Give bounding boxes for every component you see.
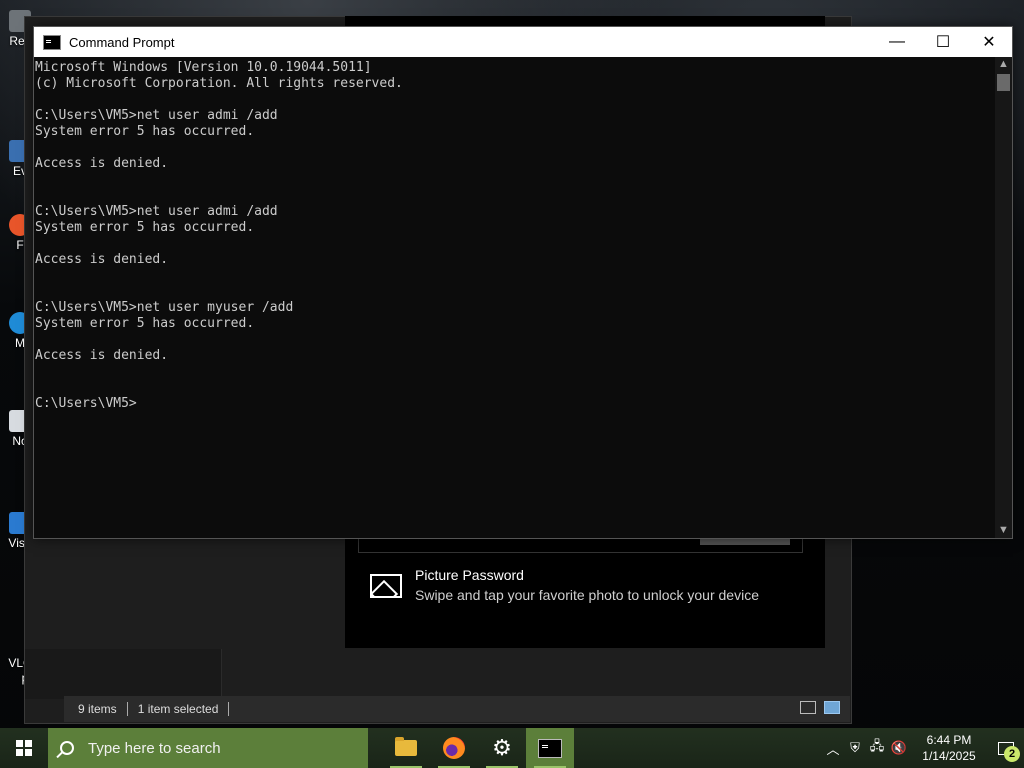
network-icon[interactable]: 🖧	[866, 728, 888, 768]
console-line: Access is denied.	[35, 252, 169, 267]
console-line: C:\Users\VM5>net user myuser /add	[35, 300, 294, 315]
details-view-icon[interactable]	[800, 701, 816, 714]
minimize-button[interactable]: —	[874, 27, 920, 57]
start-button[interactable]	[0, 728, 48, 768]
console-line: System error 5 has occurred.	[35, 316, 255, 331]
selection-count: 1 item selected	[128, 702, 230, 716]
taskbar-settings[interactable]: ⚙	[478, 728, 526, 768]
cmd-icon	[538, 738, 562, 758]
clock-time: 6:44 PM	[926, 733, 972, 747]
console-line: System error 5 has occurred.	[35, 220, 255, 235]
maximize-button[interactable]: ☐	[920, 27, 966, 57]
picture-password-description: Swipe and tap your favorite photo to unl…	[415, 587, 759, 603]
console-line: C:\Users\VM5>net user admi /add	[35, 108, 278, 123]
action-center-button[interactable]: 2	[988, 728, 1024, 768]
scroll-thumb[interactable]	[997, 74, 1010, 91]
console-output[interactable]: Microsoft Windows [Version 10.0.19044.50…	[34, 57, 995, 538]
console-line: Access is denied.	[35, 348, 169, 363]
console-line: (c) Microsoft Corporation. All rights re…	[35, 76, 403, 91]
search-icon	[60, 741, 74, 755]
command-prompt-window[interactable]: Command Prompt — ☐ ✕ Microsoft Windows […	[33, 26, 1013, 539]
close-button[interactable]: ✕	[966, 27, 1012, 57]
console-line: C:\Users\VM5>net user admi /add	[35, 204, 278, 219]
security-alert-icon[interactable]: ⛨	[844, 728, 866, 768]
picture-password-option[interactable]: Picture Password Swipe and tap your favo…	[370, 567, 759, 603]
taskbar-search-box[interactable]: Type here to search	[48, 728, 368, 768]
taskbar: Type here to search ⚙ ︿ ⛨ 🖧 🔇 6:44 PM 1/…	[0, 728, 1024, 768]
console-line: Microsoft Windows [Version 10.0.19044.50…	[35, 60, 372, 75]
clock-date: 1/14/2025	[922, 749, 976, 763]
search-placeholder: Type here to search	[88, 739, 221, 757]
volume-muted-icon[interactable]: 🔇	[888, 728, 910, 768]
picture-password-title: Picture Password	[415, 567, 524, 583]
scroll-up-arrow-icon[interactable]: ▲	[995, 57, 1012, 72]
scroll-down-arrow-icon[interactable]: ▼	[995, 523, 1012, 538]
cmd-app-icon[interactable]	[43, 34, 61, 50]
large-icons-view-icon[interactable]	[824, 701, 840, 714]
windows-logo-icon	[16, 740, 32, 756]
taskbar-command-prompt[interactable]	[526, 728, 574, 768]
console-line: Access is denied.	[35, 156, 169, 171]
taskbar-file-explorer[interactable]	[382, 728, 430, 768]
notification-badge: 2	[1004, 746, 1020, 762]
picture-icon	[370, 574, 402, 598]
item-count: 9 items	[64, 702, 128, 716]
title-bar[interactable]: Command Prompt — ☐ ✕	[34, 27, 1012, 57]
vertical-scrollbar[interactable]: ▲ ▼	[995, 57, 1012, 538]
taskbar-clock[interactable]: 6:44 PM 1/14/2025	[910, 732, 988, 764]
console-line: C:\Users\VM5>	[35, 396, 137, 411]
explorer-status-bar: 9 items 1 item selected	[64, 696, 850, 722]
window-title: Command Prompt	[69, 34, 175, 50]
chevron-up-icon[interactable]: ︿	[822, 728, 844, 768]
folder-icon	[395, 737, 417, 756]
system-tray: ︿ ⛨ 🖧 🔇 6:44 PM 1/14/2025 2	[822, 728, 1024, 768]
console-line: System error 5 has occurred.	[35, 124, 255, 139]
taskbar-firefox[interactable]	[430, 728, 478, 768]
gear-icon: ⚙	[492, 735, 512, 760]
navigation-pane	[25, 649, 222, 699]
firefox-icon	[443, 737, 465, 759]
